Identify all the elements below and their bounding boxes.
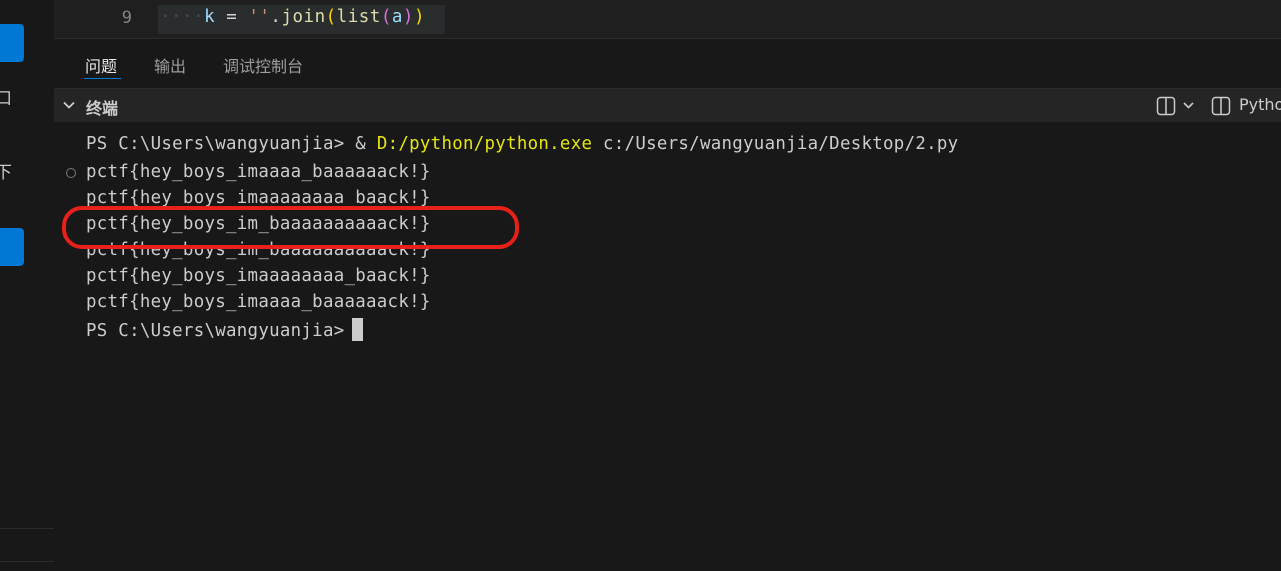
chevron-down-icon[interactable]: [1182, 99, 1195, 112]
output-line: pctf{hey_boys_imaaaaaaaa_baack!}: [86, 188, 431, 208]
command-executable: D:/python/python.exe: [376, 134, 593, 154]
tab-output[interactable]: 输出: [154, 53, 186, 77]
code-paren-close: ): [413, 7, 426, 27]
sidebar-button-top[interactable]: [0, 24, 24, 62]
terminal-header[interactable]: 终端 Pytho: [54, 88, 1281, 122]
tab-problems[interactable]: 问题: [85, 53, 117, 77]
terminal-profile-label[interactable]: Pytho: [1239, 95, 1281, 114]
code-dot: .: [270, 7, 282, 27]
line-number: 9: [121, 8, 132, 28]
sidebar-text-1: 口: [0, 84, 12, 109]
editor-code-line[interactable]: 9 ····k = ''.join(list(a)): [54, 0, 1281, 38]
code-paren-open: (: [325, 7, 337, 27]
code-indent: ····: [160, 7, 205, 27]
terminal-body[interactable]: PS C:\Users\wangyuanjia> & D:/python/pyt…: [54, 122, 1281, 571]
output-line: pctf{hey_boys_imaaaa_baaaaaack!}: [86, 292, 431, 312]
terminal-prompt: PS C:\Users\wangyuanjia>: [86, 321, 345, 341]
tab-debug-console[interactable]: 调试控制台: [223, 53, 303, 77]
sidebar-button-bottom[interactable]: [0, 228, 24, 266]
code-string: '': [248, 7, 271, 27]
code-paren2-open: (: [380, 7, 392, 27]
code-variable: k: [204, 7, 216, 27]
command-line: PS C:\Users\wangyuanjia> & D:/python/pyt…: [86, 134, 958, 154]
chevron-down-icon[interactable]: [62, 98, 76, 112]
split-terminal-icon[interactable]: [1156, 96, 1176, 116]
code-join: join: [281, 7, 326, 27]
code-operator: =: [226, 7, 238, 27]
output-line: pctf{hey_boys_imaaaa_baaaaaack!}: [86, 162, 431, 182]
active-tab-indicator: [84, 78, 121, 79]
output-line: pctf{hey_boys_im_baaaaaaaaaack!}: [86, 240, 431, 260]
output-line: pctf{hey_boys_imaaaaaaaa_baack!}: [86, 266, 431, 286]
code-paren2-close: ): [402, 7, 414, 27]
sidebar-divider: [0, 528, 54, 529]
final-prompt-line[interactable]: PS C:\Users\wangyuanjia>: [86, 318, 364, 341]
terminal-cursor: [352, 318, 364, 341]
panel-tab-bar: 问题 输出 调试控制台: [54, 38, 1281, 89]
terminal-prompt: PS C:\Users\wangyuanjia>: [86, 134, 345, 154]
sidebar-text-2: 下: [0, 158, 12, 183]
terminal-title: 终端: [86, 99, 119, 118]
terminal-profile-icon[interactable]: [1211, 96, 1231, 116]
output-line: pctf{hey_boys_im_baaaaaaaaaack!}: [86, 214, 431, 234]
sidebar-divider: [0, 561, 54, 562]
command-ampersand: &: [355, 134, 367, 154]
code-text[interactable]: ····k = ''.join(list(a)): [160, 7, 425, 27]
code-list: list: [336, 7, 381, 27]
command-argument: c:/Users/wangyuanjia/Desktop/2.py: [603, 134, 959, 154]
command-status-icon[interactable]: [66, 168, 76, 178]
code-arg: a: [391, 7, 403, 27]
left-sidebar: 口 下: [0, 0, 55, 571]
